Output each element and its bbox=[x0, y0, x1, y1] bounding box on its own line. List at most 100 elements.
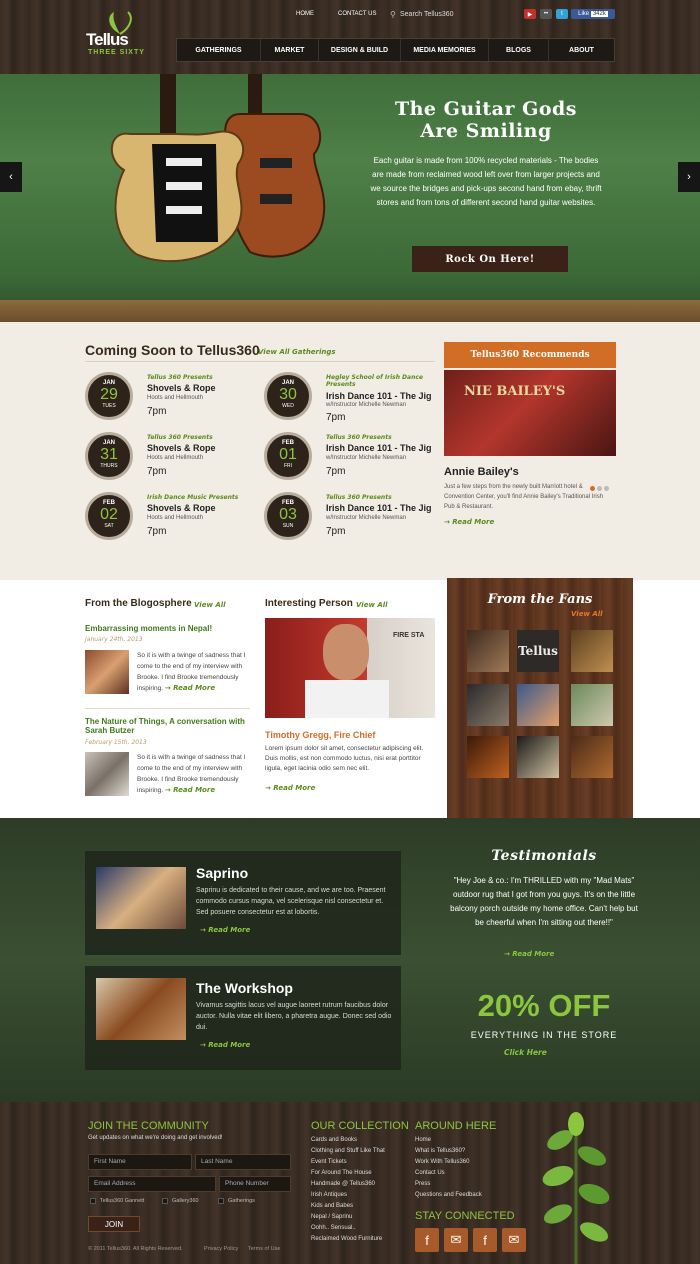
cause-text: Vivamus sagittis lacus vel augue laoreet… bbox=[196, 1002, 392, 1031]
event-subtitle: Hoots and Hellmouth bbox=[147, 455, 204, 461]
event-item[interactable]: FEB 01 FRI Tellus 360 Presents Irish Dance… bbox=[264, 432, 439, 487]
event-item[interactable]: FEB 02 SAT Irish Dance Music Presents Shov… bbox=[85, 492, 260, 547]
fans-view-all[interactable]: View All bbox=[571, 610, 603, 618]
event-title[interactable]: Shovels & Rope bbox=[147, 443, 262, 453]
recommend-photo[interactable]: NIE BAILEY'S bbox=[444, 370, 616, 456]
newsletter-checkbox[interactable]: Gatherings bbox=[218, 1198, 255, 1204]
blogs-view-all[interactable]: View All bbox=[194, 601, 226, 609]
fan-photo[interactable] bbox=[517, 736, 559, 778]
testimonial-read-more[interactable]: → Read More bbox=[504, 950, 554, 958]
twitter-icon[interactable]: t bbox=[556, 9, 568, 19]
cause-title[interactable]: Saprino bbox=[196, 865, 248, 881]
collection-link[interactable]: For Around The House bbox=[311, 1168, 385, 1179]
collection-link[interactable]: Kids and Babes bbox=[311, 1201, 385, 1212]
cause-read-more[interactable]: → Read More bbox=[200, 1041, 250, 1049]
collection-link[interactable]: Handmade @ Tellus360 bbox=[311, 1179, 385, 1190]
blog-post-title[interactable]: Embarrassing moments in Nepal! bbox=[85, 624, 250, 633]
hero-ground bbox=[0, 300, 700, 322]
collection-link[interactable]: Irish Antiques bbox=[311, 1190, 385, 1201]
search-box[interactable]: ⚲ Search Tellus360 bbox=[390, 7, 508, 21]
event-date-badge: JAN 30 WED bbox=[264, 372, 312, 420]
around-link[interactable]: What is Tellus360? bbox=[415, 1146, 482, 1157]
person-read-more[interactable]: → Read More bbox=[265, 784, 315, 792]
around-link[interactable]: Questions and Feedback bbox=[415, 1190, 482, 1201]
like-count: 342k bbox=[590, 11, 608, 17]
recommend-read-more[interactable]: → Read More bbox=[444, 518, 494, 526]
collection-link[interactable]: Clothing and Stuff Like That bbox=[311, 1146, 385, 1157]
hero-cta-button[interactable]: Rock On Here! bbox=[412, 246, 568, 272]
blog-post-title[interactable]: The Nature of Things, A conversation wit… bbox=[85, 717, 250, 735]
event-title[interactable]: Irish Dance 101 - The Jig bbox=[326, 443, 441, 453]
event-title[interactable]: Irish Dance 101 - The Jig bbox=[326, 391, 441, 401]
search-input[interactable]: Search Tellus360 bbox=[400, 11, 454, 18]
collection-link[interactable]: Nepal / Saprinu bbox=[311, 1212, 385, 1223]
around-link[interactable]: Press bbox=[415, 1179, 482, 1190]
collection-link[interactable]: Oohh.. Sensual.. bbox=[311, 1223, 385, 1234]
mail-icon[interactable]: ✉ bbox=[444, 1228, 468, 1252]
mail-icon[interactable]: ✉ bbox=[502, 1228, 526, 1252]
blog-post-thumbnail[interactable] bbox=[85, 752, 129, 796]
around-link[interactable]: Contact Us bbox=[415, 1168, 482, 1179]
contact-link[interactable]: CONTACT US bbox=[338, 11, 376, 17]
last-name-field[interactable]: Last Name bbox=[195, 1154, 291, 1170]
cause-photo[interactable] bbox=[96, 867, 186, 929]
newsletter-checkbox[interactable]: Tellus360 Gannett bbox=[90, 1198, 144, 1204]
slider-next-icon[interactable]: › bbox=[678, 162, 700, 192]
slider-prev-icon[interactable]: ‹ bbox=[0, 162, 22, 192]
email-field[interactable]: Email Address bbox=[88, 1176, 216, 1192]
around-here-list: Home What is Tellus360? Work With Tellus… bbox=[415, 1135, 482, 1201]
event-item[interactable]: JAN 31 THURS Tellus 360 Presents Shovels &… bbox=[85, 432, 260, 487]
event-title[interactable]: Irish Dance 101 - The Jig bbox=[326, 503, 441, 513]
nav-gatherings[interactable]: GATHERINGS bbox=[177, 39, 261, 61]
testimonials-title: Testimonials bbox=[491, 848, 597, 864]
around-link[interactable]: Home bbox=[415, 1135, 482, 1146]
event-title[interactable]: Shovels & Rope bbox=[147, 503, 262, 513]
newsletter-checkbox[interactable]: Gallery360 bbox=[162, 1198, 199, 1204]
privacy-link[interactable]: Privacy Policy bbox=[204, 1244, 238, 1255]
event-item[interactable]: JAN 29 TUES Tellus 360 Presents Shovels & … bbox=[85, 372, 260, 427]
cause-title[interactable]: The Workshop bbox=[196, 980, 293, 996]
first-name-field[interactable]: First Name bbox=[88, 1154, 192, 1170]
blog-read-more[interactable]: → Read More bbox=[165, 684, 215, 692]
flickr-icon[interactable]: •• bbox=[540, 9, 552, 19]
event-title[interactable]: Shovels & Rope bbox=[147, 383, 262, 393]
site-logo[interactable]: Tellus THREE SIXTY bbox=[86, 10, 158, 62]
nav-about[interactable]: ABOUT bbox=[549, 39, 614, 61]
fan-photo[interactable] bbox=[467, 630, 509, 672]
collection-link[interactable]: Event Tickets bbox=[311, 1157, 385, 1168]
nav-market[interactable]: MARKET bbox=[261, 39, 319, 61]
collection-link[interactable]: Cards and Books bbox=[311, 1135, 385, 1146]
person-name[interactable]: Timothy Gregg, Fire Chief bbox=[265, 730, 375, 740]
nav-media-memories[interactable]: MEDIA MEMORIES bbox=[401, 39, 489, 61]
person-view-all[interactable]: View All bbox=[356, 601, 388, 609]
fan-photo[interactable] bbox=[571, 736, 613, 778]
fan-photo[interactable] bbox=[517, 684, 559, 726]
recommend-title[interactable]: Annie Bailey's bbox=[444, 466, 519, 478]
event-item[interactable]: FEB 03 SUN Tellus 360 Presents Irish Dance… bbox=[264, 492, 439, 547]
cause-read-more[interactable]: → Read More bbox=[200, 926, 250, 934]
facebook-icon[interactable]: f bbox=[473, 1228, 497, 1252]
around-link[interactable]: Work With Tellus360 bbox=[415, 1157, 482, 1168]
view-all-gatherings-link[interactable]: View All Gatherings bbox=[258, 348, 336, 356]
home-link[interactable]: HOME bbox=[296, 11, 314, 17]
nav-design-build[interactable]: DESIGN & BUILD bbox=[319, 39, 401, 61]
fan-photo[interactable] bbox=[571, 684, 613, 726]
fan-photo[interactable] bbox=[571, 630, 613, 672]
fan-photo[interactable] bbox=[467, 736, 509, 778]
facebook-like-button[interactable]: Like 342k bbox=[571, 9, 615, 19]
promo-click-here[interactable]: Click Here bbox=[504, 1048, 547, 1057]
blog-post-thumbnail[interactable] bbox=[85, 650, 129, 694]
blog-read-more[interactable]: → Read More bbox=[165, 786, 215, 794]
facebook-icon[interactable]: f bbox=[415, 1228, 439, 1252]
youtube-icon[interactable]: ▶ bbox=[524, 9, 536, 19]
phone-field[interactable]: Phone Number bbox=[219, 1176, 291, 1192]
join-button[interactable]: JOIN bbox=[88, 1216, 140, 1232]
fan-photo[interactable] bbox=[467, 684, 509, 726]
terms-link[interactable]: Terms of Use bbox=[248, 1244, 280, 1255]
collection-link[interactable]: Reclaimed Wood Furniture bbox=[311, 1234, 385, 1245]
person-photo[interactable]: FIRE STA bbox=[265, 618, 435, 718]
event-item[interactable]: JAN 30 WED Hegley School of Irish Dance Pr… bbox=[264, 372, 439, 427]
fan-photo[interactable]: Tellus bbox=[517, 630, 559, 672]
nav-blogs[interactable]: BLOGS bbox=[489, 39, 549, 61]
cause-photo[interactable] bbox=[96, 978, 186, 1040]
